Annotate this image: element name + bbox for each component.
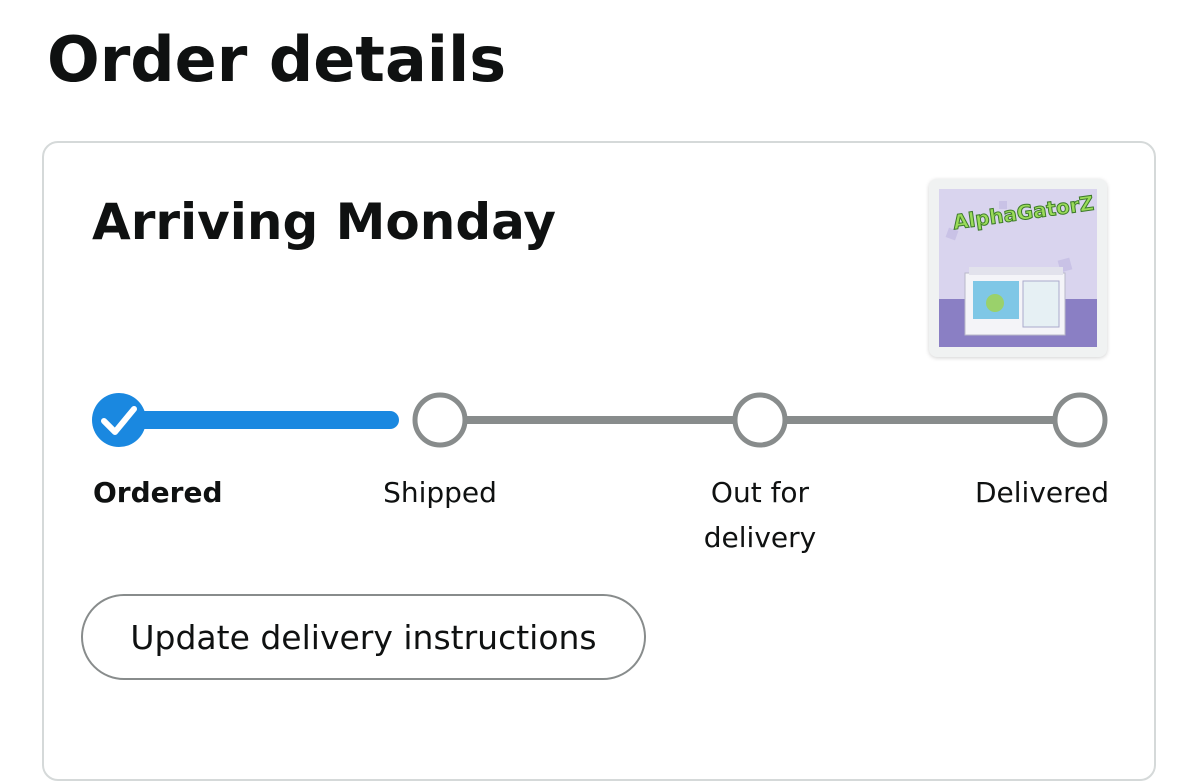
page-title: Order details	[47, 23, 507, 96]
step-label-out-for-delivery-line2: delivery	[703, 521, 817, 554]
product-thumbnail[interactable]: AlphaGatorZ	[929, 179, 1107, 357]
step-label-ordered: Ordered	[93, 476, 223, 509]
delivery-status-headline: Arriving Monday	[92, 193, 556, 251]
update-delivery-instructions-button[interactable]: Update delivery instructions	[81, 594, 646, 680]
product-image-icon: AlphaGatorZ	[939, 189, 1097, 347]
step-label-delivered: Delivered	[974, 476, 1110, 509]
step-label-shipped: Shipped	[383, 476, 497, 509]
step-label-out-for-delivery-line1: Out for	[710, 476, 810, 509]
